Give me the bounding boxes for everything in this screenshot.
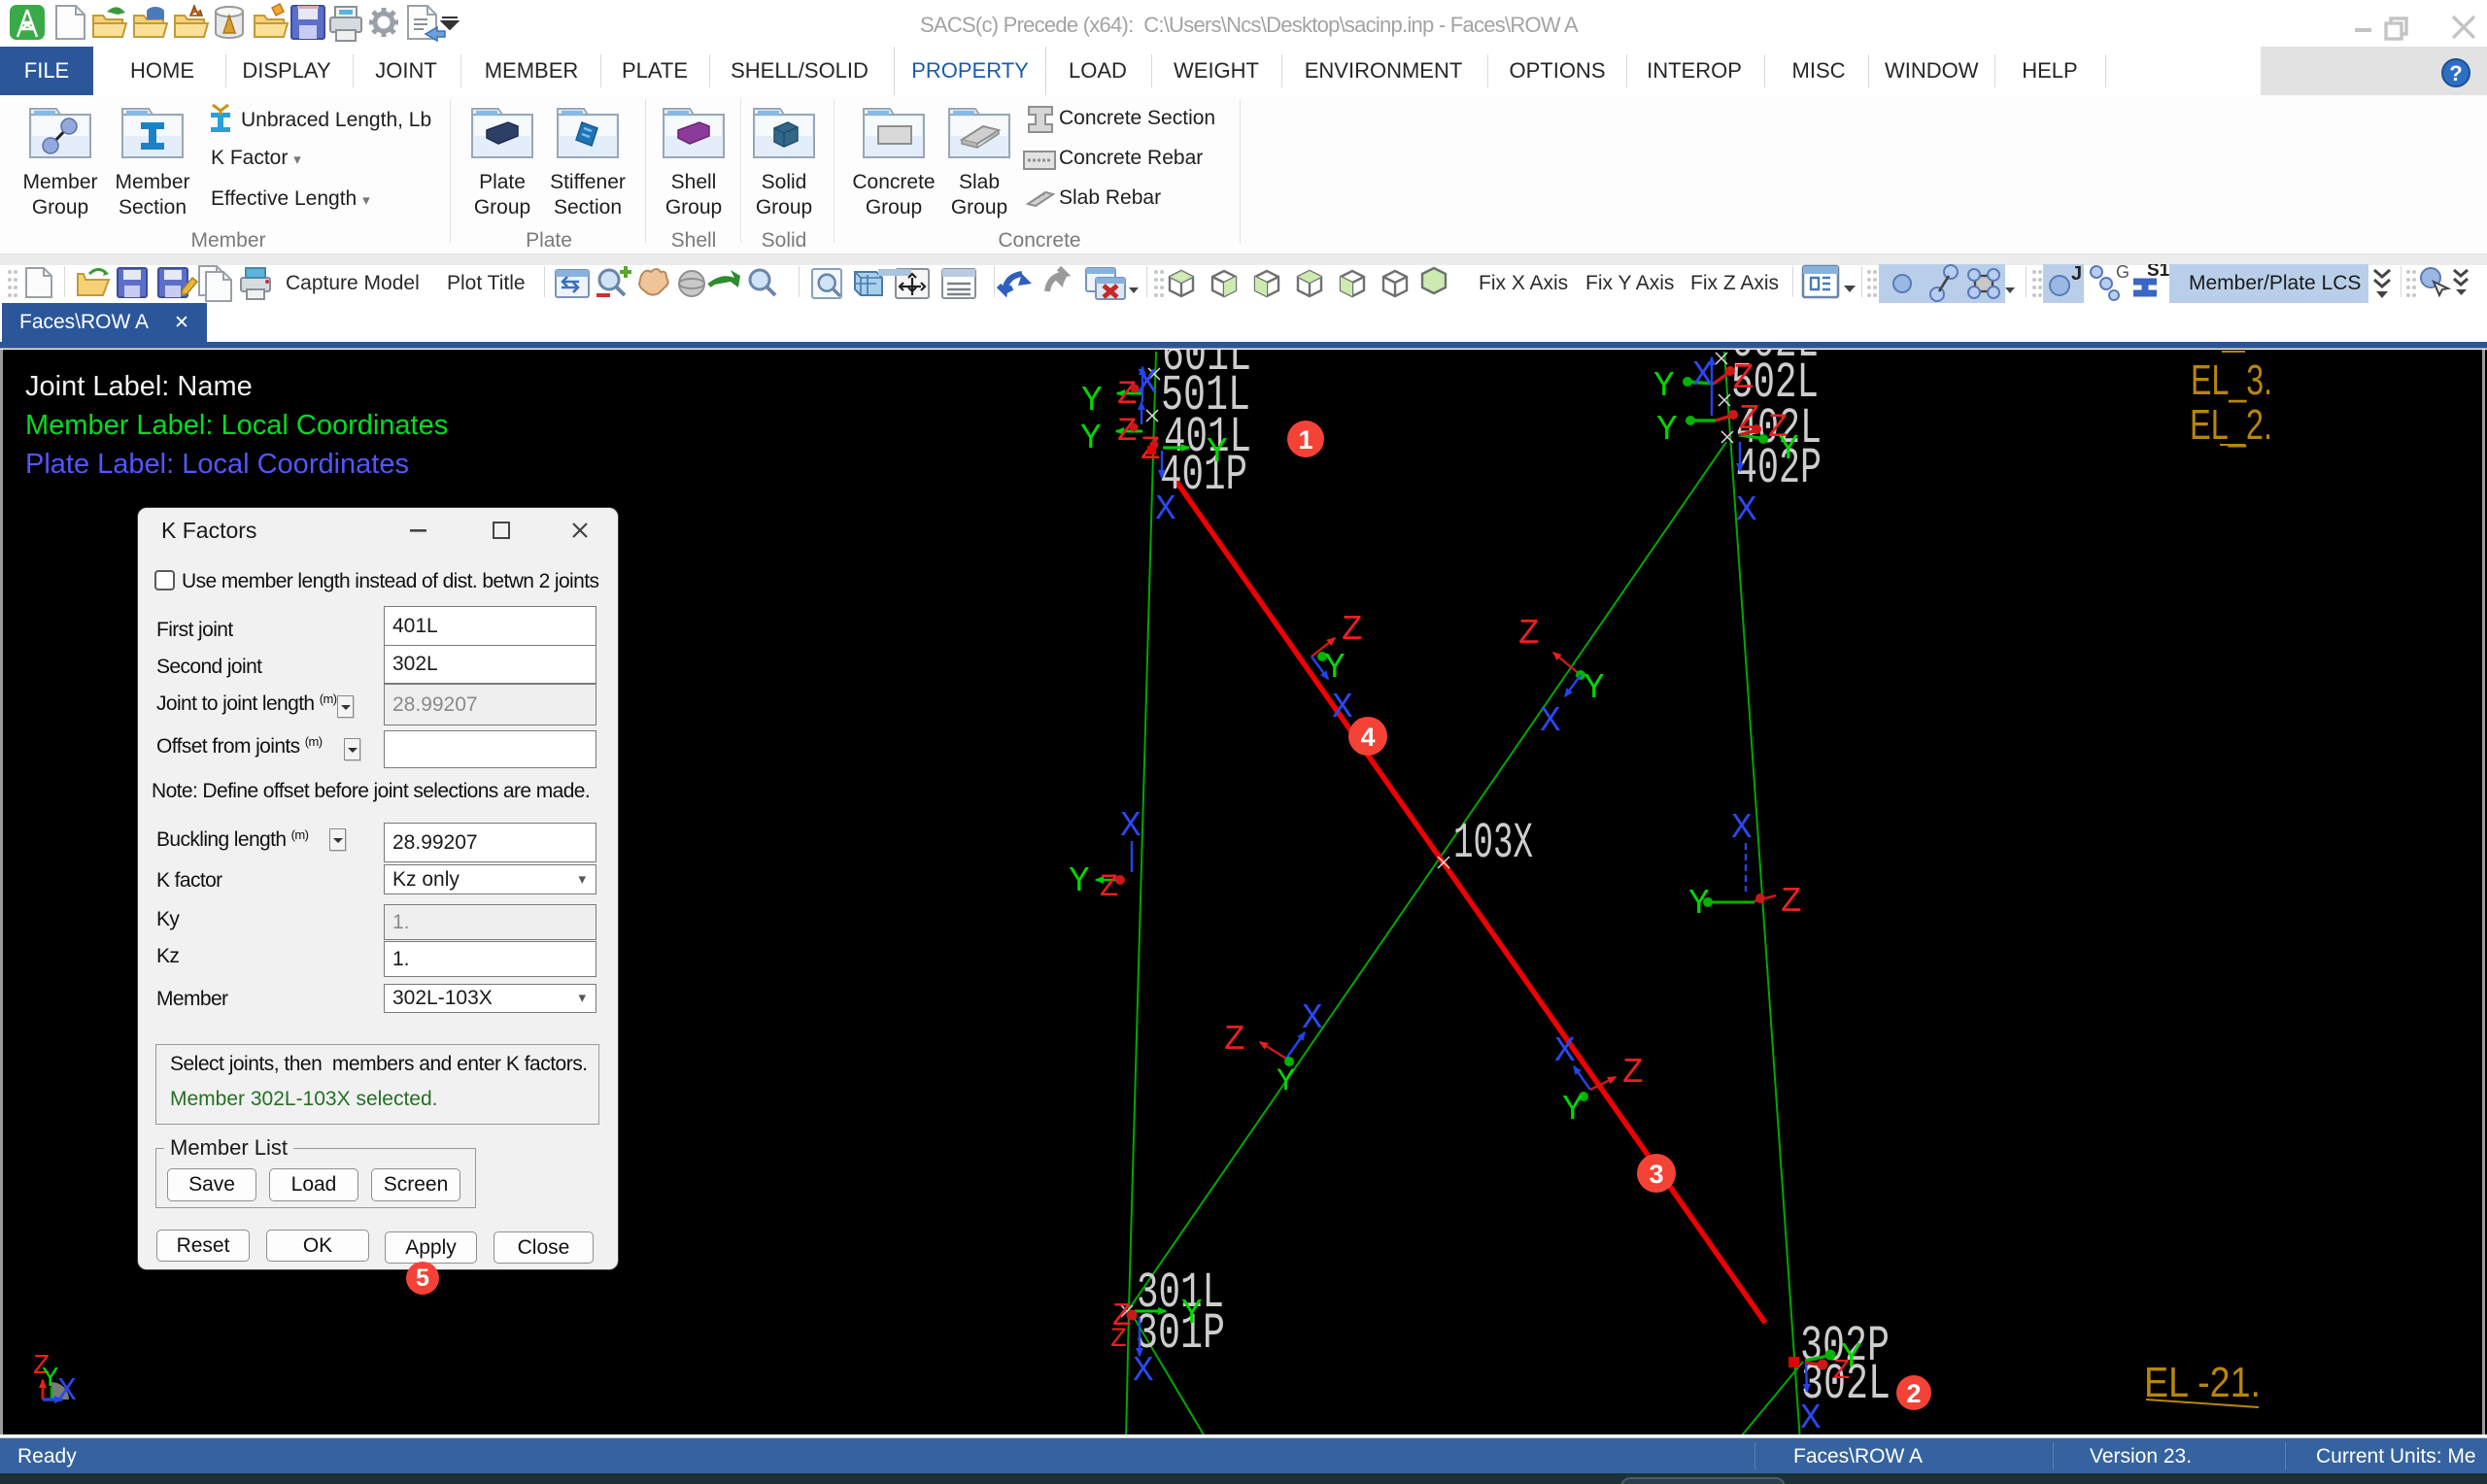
svg-text:Y: Y: [1562, 1090, 1584, 1130]
svg-text:Y: Y: [1584, 668, 1605, 708]
svg-text:X: X: [1133, 1351, 1154, 1391]
svg-text:Y: Y: [1656, 410, 1678, 450]
svg-text:Y: Y: [1277, 1063, 1295, 1099]
svg-text:X: X: [57, 1373, 77, 1409]
svg-text:X: X: [1540, 701, 1561, 741]
svg-text:Z: Z: [1518, 614, 1540, 654]
svg-text:Z: Z: [1100, 869, 1118, 905]
svg-text:Z: Z: [1117, 377, 1137, 414]
svg-text:4: 4: [1360, 723, 1375, 752]
svg-text:Z: Z: [1224, 1020, 1245, 1060]
svg-text:X: X: [1120, 806, 1141, 846]
svg-text:X: X: [1332, 688, 1353, 727]
svg-text:X: X: [1800, 1399, 1822, 1434]
svg-text:Z: Z: [1110, 1325, 1127, 1355]
svg-text:Y: Y: [1081, 381, 1103, 421]
svg-text:X: X: [1155, 489, 1176, 529]
svg-text:Y: Y: [1653, 366, 1675, 406]
svg-text:Z: Z: [1833, 1355, 1850, 1387]
svg-text:Z: Z: [1781, 882, 1802, 922]
svg-text:EL_3.: EL_3.: [2191, 356, 2272, 404]
svg-text:1: 1: [1298, 425, 1312, 455]
svg-text:Z: Z: [1342, 610, 1363, 650]
svg-text:Z: Z: [1733, 358, 1755, 398]
svg-text:Y: Y: [1080, 419, 1102, 458]
svg-text:Y: Y: [1324, 648, 1346, 688]
svg-text:Y: Y: [1207, 432, 1228, 472]
svg-text:X: X: [1692, 355, 1714, 395]
svg-text:3: 3: [1649, 1160, 1663, 1189]
svg-text:Z: Z: [1117, 414, 1137, 451]
svg-text:EL_2.: EL_2.: [2190, 401, 2272, 449]
svg-text:EL -21.: EL -21.: [2144, 1359, 2261, 1406]
svg-text:X: X: [1736, 490, 1757, 530]
svg-text:?: ?: [2449, 61, 2462, 85]
svg-text:G: G: [2116, 264, 2129, 282]
svg-text:Y: Y: [42, 1363, 58, 1395]
svg-text:Z: Z: [1622, 1053, 1644, 1093]
svg-text:Y: Y: [1069, 861, 1090, 901]
svg-text:X: X: [1137, 363, 1158, 403]
svg-text:J: J: [2071, 264, 2082, 285]
svg-text:X: X: [1731, 808, 1753, 848]
svg-text:Y: Y: [1778, 429, 1799, 469]
svg-text:Y: Y: [1181, 1294, 1203, 1333]
svg-text:103X: 103X: [1453, 815, 1533, 872]
svg-text:X: X: [1302, 998, 1323, 1038]
svg-text:X: X: [1554, 1031, 1576, 1071]
svg-text:2: 2: [1906, 1379, 1921, 1408]
svg-text:S1: S1: [2147, 264, 2170, 281]
